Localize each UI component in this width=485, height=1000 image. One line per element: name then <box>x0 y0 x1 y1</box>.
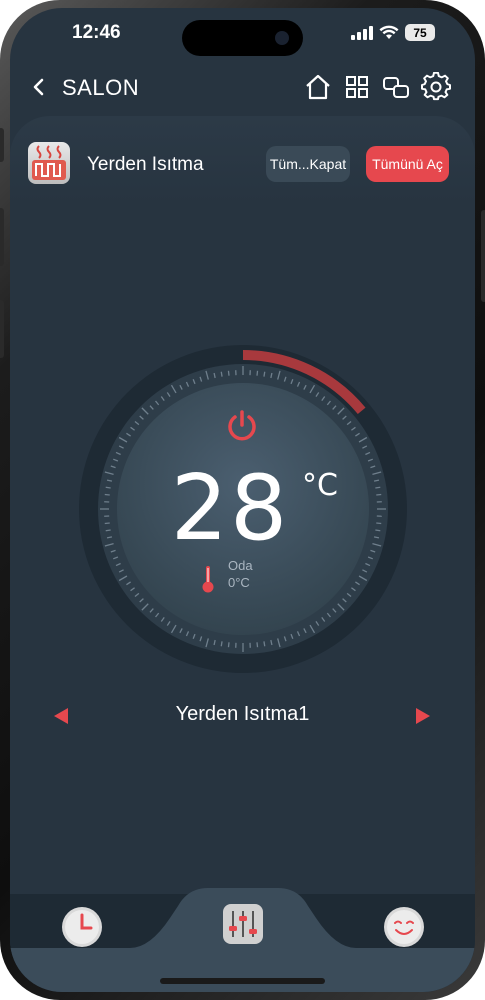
camera-icon <box>275 31 289 45</box>
app-screen: 12:46 75 SALON Yerden Isıtma Tüm...Kapat… <box>10 8 475 992</box>
thermometer-icon <box>202 566 214 593</box>
power-icon[interactable] <box>225 408 259 444</box>
zone-selector: Yerden Isıtma1 <box>10 698 475 738</box>
dial-tick <box>104 522 110 525</box>
power-side-button <box>481 210 485 302</box>
floor-heating-icon <box>28 142 70 184</box>
dial-tick <box>220 371 223 377</box>
dial-tick <box>105 486 111 489</box>
dial-tick <box>227 642 230 648</box>
zone-name: Yerden Isıtma1 <box>175 703 310 725</box>
wifi-icon <box>379 25 399 39</box>
battery-indicator: 75 <box>405 24 435 41</box>
dial-tick <box>263 641 266 647</box>
comfort-face-icon[interactable] <box>382 905 426 949</box>
dial-tick <box>256 642 259 648</box>
volume-up-button <box>0 208 4 266</box>
room-temperature: 0°C <box>228 575 250 590</box>
status-icons: 75 <box>351 24 435 41</box>
volume-down-button <box>0 300 4 358</box>
dial-tick <box>376 493 382 496</box>
app-header: SALON <box>10 60 475 116</box>
dynamic-island <box>182 20 303 56</box>
back-icon[interactable] <box>28 74 52 100</box>
signal-icon <box>351 25 373 40</box>
dial-tick <box>375 486 381 489</box>
turn-all-off-button[interactable]: Tüm...Kapat <box>266 146 350 182</box>
dial-tick <box>105 529 111 532</box>
device-row: Yerden Isıtma Tüm...Kapat Tümünü Aç <box>10 138 475 198</box>
status-bar: 12:46 75 <box>10 8 475 60</box>
dial-tick <box>263 371 266 377</box>
device-name: Yerden Isıtma <box>87 154 204 175</box>
control-sliders-icon[interactable] <box>221 902 265 946</box>
settings-icon[interactable] <box>421 72 451 102</box>
home-icon[interactable] <box>303 72 333 102</box>
mute-switch <box>0 128 4 162</box>
grid-icon[interactable] <box>342 72 372 102</box>
status-time: 12:46 <box>72 22 121 43</box>
home-indicator <box>160 978 325 984</box>
set-temperature: 28 <box>170 456 290 561</box>
page-title: SALON <box>62 75 140 100</box>
dial-tick <box>227 370 230 376</box>
room-label: Oda <box>228 558 253 573</box>
schedule-clock-icon[interactable] <box>60 905 104 949</box>
temperature-unit: °C <box>302 468 338 503</box>
dial-tick <box>376 522 382 525</box>
dial-tick <box>104 493 110 496</box>
dial-tick <box>220 641 223 647</box>
turn-all-on-button[interactable]: Tümünü Aç <box>366 146 449 182</box>
scenes-icon[interactable] <box>381 72 411 102</box>
next-zone-arrow-icon[interactable] <box>414 706 432 726</box>
dial-tick <box>256 370 259 376</box>
dial-tick <box>375 529 381 532</box>
